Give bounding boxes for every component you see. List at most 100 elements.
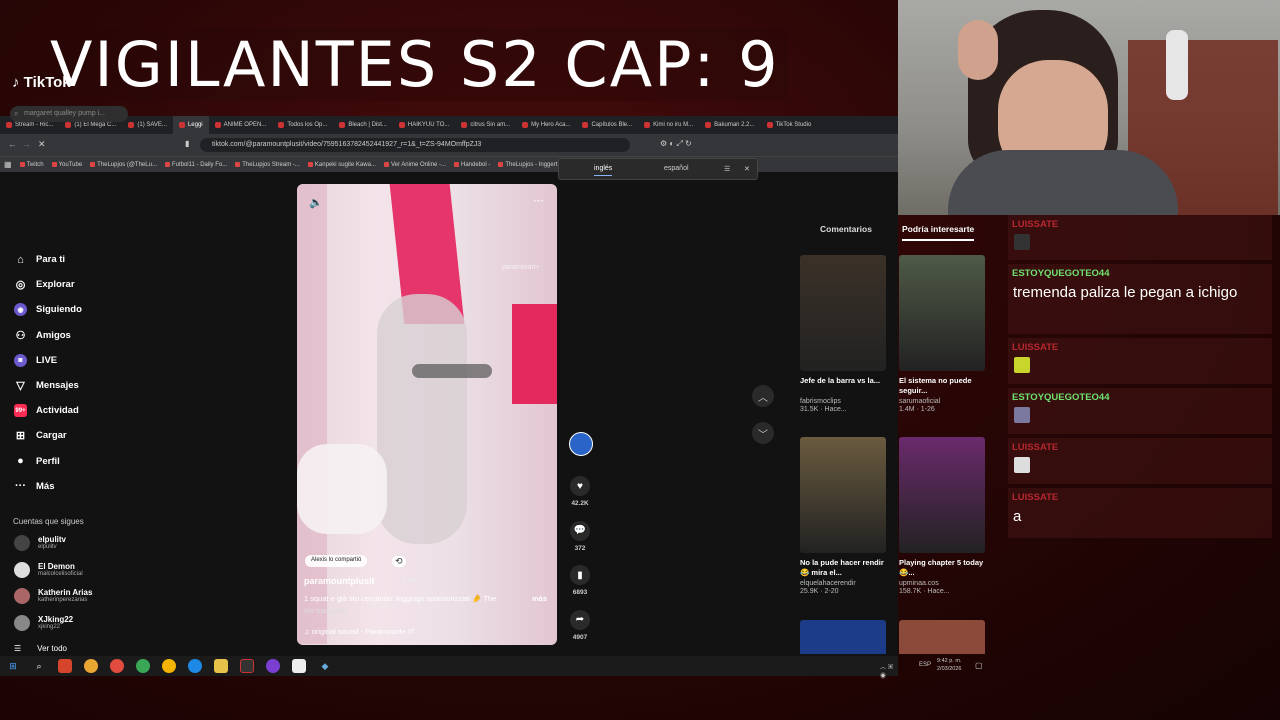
apps-grid-icon[interactable]: ▦ [4,160,12,169]
language-indicator[interactable]: ESP [919,662,931,668]
nav-item-mensajes[interactable]: ▽ Mensajes [14,379,79,392]
nav-item-cargar[interactable]: ⊞ Cargar [14,429,67,442]
browser-tab[interactable]: Leggi [172,116,209,134]
recommended-thumb-partial[interactable] [899,620,985,654]
close-load-icon[interactable]: ✕ [38,139,46,150]
translate-from[interactable]: inglés [594,165,613,176]
browser-tab[interactable]: Todos los Op... [272,116,333,134]
bookmark-item[interactable]: Kanpeki sugite Kawa... [307,162,376,168]
tiktok-logo[interactable]: ♪ TikTok [12,74,71,91]
next-video-button[interactable]: ﹀ [752,422,774,444]
clock[interactable]: 9:42 p. m. 2/03/2026 [937,657,961,673]
video-thumbnail[interactable] [899,437,985,553]
see-all-link[interactable]: ☰ Ver todo [14,644,67,653]
recommended-video[interactable]: El sistema no puede seguir... sarumaofici… [899,255,985,413]
browser-tab[interactable]: Kimi no iru M... [638,116,699,134]
url-field[interactable]: tiktok.com/@paramountplusit/video/759516… [200,138,630,152]
close-icon[interactable]: ✕ [744,165,750,173]
previous-video-button[interactable]: ︿ [752,385,774,407]
account-username: katherinperezarias [38,597,88,603]
browser-tab[interactable]: (1) SAVE... [122,116,173,134]
nav-item-amigos[interactable]: ⚇ Amigos [14,329,71,342]
video-player[interactable]: 🔈 ⋯ paramount+ Alexis lo compartió ⟲ par… [297,184,557,645]
address-bar: ← → ✕ ▮ tiktok.com/@paramountplusit/vide… [0,134,898,156]
chrome-icon[interactable] [136,659,150,673]
recommended-thumb-partial[interactable] [800,620,886,654]
browser-tab[interactable]: HAIKYUU TO... [393,116,455,134]
nav-item-para-ti[interactable]: ⌂ Para ti [14,253,65,266]
forward-icon[interactable]: → [22,139,31,149]
bookmark-item[interactable]: Twitch [19,162,44,168]
brave-icon[interactable] [58,659,72,673]
tab-comments[interactable]: Comentarios [820,224,872,234]
translate-to[interactable]: español [664,165,689,172]
bookmark-item[interactable]: YouTube [51,162,82,168]
account-username: elpulitv [38,544,57,550]
browser-tab[interactable]: Capítulos Ble... [576,116,638,134]
video-thumbnail[interactable] [899,255,985,371]
windows-start-icon[interactable]: ⊞ [6,659,20,673]
creator-avatar[interactable] [569,432,593,456]
browser-tab[interactable]: ANIME OPEN... [209,116,273,134]
recommended-video[interactable]: No la pude hacer rendir😂 mira el... elque… [800,437,886,595]
action-comment[interactable]: 💬 372 [569,520,591,552]
extensions-icons[interactable]: ⚙ ◐ ⤢ ↻ [660,139,692,149]
browser-tab[interactable]: TikTok Studio [761,116,818,134]
video-thumbnail[interactable] [800,437,886,553]
shared-pill[interactable]: Alexis lo compartió [305,555,368,567]
more-options-icon[interactable]: ⋯ [533,194,544,207]
following-account[interactable]: El Demon malcolcelisoficial [14,561,83,578]
menu-icon[interactable]: ☰ [724,165,730,173]
bookmark-item[interactable]: TheLupjos - Inggert... [498,162,562,168]
nav-item-live[interactable]: ◙ LIVE [14,353,57,367]
chevron-up-icon: ︿ [758,392,768,404]
app-icon[interactable]: ◆ [318,659,332,673]
nav-item-explorar[interactable]: ◎ Explorar [14,278,75,291]
bookmark-item[interactable]: Futbol11 - Daily Fo... [164,162,227,168]
search-input[interactable]: ⌕ margaret qualley pump i... [10,106,128,122]
nav-item-más[interactable]: ··· Más [14,480,54,493]
tab-interest[interactable]: Podría interesarte [902,224,975,241]
bookmark-item[interactable]: TheLupjos (@TheLu... [90,162,157,168]
chrome-icon[interactable] [110,659,124,673]
volume-icon[interactable]: 🔈 [309,196,323,209]
app-icon[interactable] [240,659,254,673]
search-taskbar-icon[interactable]: ⌕ [32,659,46,673]
browser-tab[interactable]: Bleach | Dist... [333,116,393,134]
browser-tab[interactable]: My Hero Aca... [516,116,576,134]
video-username[interactable]: paramountplusit [304,576,375,586]
see-translation-link[interactable]: Ver traducción [304,608,349,615]
app-icon[interactable] [84,659,98,673]
nav-item-siguiendo[interactable]: ◉ Siguiendo [14,303,82,317]
sound-link[interactable]: ♫ original sound - Paramount+ IT [304,627,415,636]
notification-icon[interactable]: ▢ [975,661,983,670]
bookmark-item[interactable]: Ver Anime Online -... [383,162,446,168]
action-share[interactable]: ➦ 4907 [569,609,591,641]
recommended-video[interactable]: Playing chapter 5 today 😂... upminaa.cos 1… [899,437,985,595]
repost-icon[interactable]: ⟲ [392,556,406,567]
tray-icons[interactable]: ︿ ▣ ◉ [880,662,898,680]
nav-item-perfil[interactable]: ● Perfil [14,455,60,468]
app-icon[interactable] [292,659,306,673]
folder-icon[interactable] [214,659,228,673]
following-account[interactable]: Katherin Arias katherinperezarias [14,588,92,604]
bookmark-label: TheLupjos - Inggert... [505,161,563,168]
video-title: Playing chapter 5 today 😂... [899,558,984,577]
recommended-video[interactable]: Jefe de la barra vs la... fabrismoclips 31… [800,255,886,413]
following-account[interactable]: XJking22 xjking22 [14,614,73,631]
video-thumbnail[interactable] [800,255,886,371]
chrome-icon[interactable] [162,659,176,673]
bookmark-star-icon[interactable]: ▮ [185,139,189,148]
edge-icon[interactable] [188,659,202,673]
more-link[interactable]: más [532,594,547,603]
back-icon[interactable]: ← [8,139,17,149]
browser-tab[interactable]: Bakuman 2.2... [699,116,760,134]
bookmark-item[interactable]: TheLupjos Stream -... [235,162,300,168]
browser-tab[interactable]: citrus Sin am... [455,116,516,134]
action-bookmark[interactable]: ▮ 6893 [569,565,591,596]
nav-item-actividad[interactable]: 99+ Actividad [14,404,79,418]
action-heart[interactable]: ♥ 42.2K [569,476,591,507]
obs-icon[interactable] [266,659,280,673]
bookmark-item[interactable]: Handebol - [453,162,490,168]
following-account[interactable]: elpulitv elpulitv [14,535,66,551]
